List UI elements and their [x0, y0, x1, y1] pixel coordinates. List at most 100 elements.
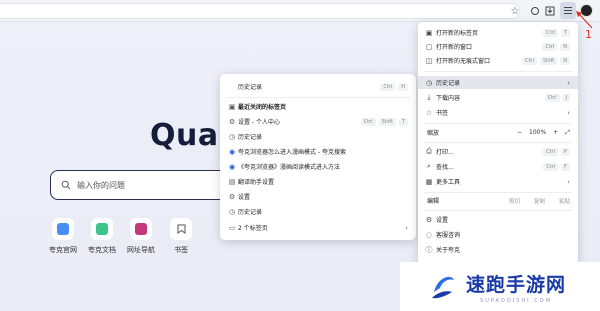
- menu-item-edit: 编辑 剪切 复制 粘贴: [418, 194, 578, 207]
- annotation-number-1: 1: [585, 28, 592, 41]
- menu-item-label: 书签: [436, 110, 449, 117]
- history-item[interactable]: ◉ 《夸克浏览器》漫画阅读模式进入方法: [220, 159, 416, 174]
- site-watermark: 速跑手游网 SUPAOQISHI.COM: [400, 262, 600, 311]
- address-bar[interactable]: [0, 3, 520, 19]
- chevron-right-icon: ›: [567, 78, 570, 87]
- divider: [424, 192, 572, 193]
- history-item-label: 最近关闭的标签页: [238, 104, 287, 111]
- avatar[interactable]: [580, 4, 593, 17]
- shortcut-key: Ctrl: [521, 56, 537, 65]
- history-item-label: 设置 - 个人中心: [238, 119, 280, 126]
- shortcut-key: H: [398, 82, 408, 91]
- history-item[interactable]: ⚙ 设置 - 个人中心 Ctrl Shift T: [220, 114, 416, 129]
- copy-button[interactable]: 复制: [534, 197, 545, 205]
- chevron-right-icon: ›: [567, 177, 570, 186]
- shortcut-key: Ctrl: [542, 42, 558, 51]
- shortcut-key: Ctrl: [544, 93, 560, 102]
- bookmark-icon: [170, 218, 192, 240]
- support-icon: ◌: [425, 230, 433, 239]
- history-item[interactable]: ▭ 2 个标签页 ›: [220, 220, 416, 235]
- history-submenu: 历史记录 Ctrl H ▣ 最近关闭的标签页 ⚙ 设置 - 个人中心 Ctrl Sh…: [220, 74, 416, 240]
- menu-icon[interactable]: [560, 2, 576, 19]
- bookmark-icon: ☆: [425, 108, 433, 117]
- clock-icon: ◷: [425, 78, 433, 87]
- history-item[interactable]: ◉ 夸克浏览器怎么进入漫画模式 - 夸克搜索: [220, 144, 416, 159]
- shortcut-key: Ctrl: [543, 28, 558, 37]
- divider: [424, 142, 572, 143]
- watermark-subtitle: SUPAOQISHI.COM: [480, 297, 552, 304]
- history-title-row[interactable]: 历史记录 Ctrl H: [220, 79, 416, 94]
- menu-item-more-tools[interactable]: ▦ 更多工具 ›: [418, 175, 578, 188]
- quark-icon: ◉: [228, 147, 236, 156]
- extension-icon[interactable]: [528, 4, 542, 18]
- history-item[interactable]: ▤ 翻译助手设置: [220, 174, 416, 189]
- shortcut-key: J: [562, 93, 570, 102]
- menu-item-incognito[interactable]: ◫ 打开新的无痕式窗口 Ctrl Shift N: [418, 54, 578, 67]
- tools-icon: ▦: [425, 177, 433, 186]
- cut-button[interactable]: 剪切: [509, 197, 520, 205]
- fullscreen-icon[interactable]: ⤢: [565, 129, 570, 137]
- menu-item-label: 更多工具: [436, 179, 461, 186]
- menu-item-history[interactable]: ◷ 历史记录 ›: [418, 76, 578, 89]
- shortcut-key: P: [560, 147, 570, 156]
- menu-item-about[interactable]: ⓘ 关于夸克: [418, 243, 578, 256]
- zoom-out-button[interactable]: −: [517, 129, 522, 136]
- browser-toolbar: ☆: [0, 0, 600, 22]
- paste-button[interactable]: 粘贴: [559, 197, 570, 205]
- quark-icon: ◉: [228, 162, 236, 171]
- history-item[interactable]: ▣ 最近关闭的标签页: [220, 99, 416, 114]
- history-item-label: 《夸克浏览器》漫画阅读模式进入方法: [238, 164, 341, 171]
- history-item[interactable]: ⚙ 设置: [220, 189, 416, 204]
- search-box[interactable]: [50, 170, 230, 200]
- shortcut-key: Ctrl: [380, 82, 396, 91]
- menu-item-label: 设置: [436, 217, 449, 224]
- menu-item-find[interactable]: ⌕ 查找... Ctrl F: [418, 160, 578, 173]
- url-nav-icon: [130, 218, 152, 240]
- shortcut-key: N: [560, 56, 570, 65]
- shortcut-label: 夸克文档: [88, 246, 116, 254]
- search-input[interactable]: [77, 180, 217, 190]
- menu-item-label: 缩放: [427, 130, 440, 137]
- star-icon[interactable]: ☆: [508, 4, 522, 18]
- chevron-right-icon: ›: [405, 223, 408, 232]
- menu-item-settings[interactable]: ⚙ 设置: [418, 213, 578, 226]
- menu-item-new-tab[interactable]: ▣ 打开新的标签页 Ctrl T: [418, 26, 578, 39]
- divider: [424, 123, 572, 124]
- menu-item-zoom: 缩放 − 100% + ⤢: [418, 126, 578, 139]
- shortcut-key: N: [560, 42, 570, 51]
- shortcut-key: T: [398, 117, 408, 126]
- clock-icon: ◷: [228, 132, 236, 141]
- history-item[interactable]: ◷ 历史记录: [220, 129, 416, 144]
- divider: [226, 97, 410, 98]
- download-icon[interactable]: [543, 4, 557, 18]
- shortcut-url-nav[interactable]: 网址导航: [121, 218, 161, 255]
- shortcut-bookmarks[interactable]: 书签: [161, 218, 201, 255]
- history-item-label: 2 个标签页: [238, 225, 268, 232]
- shortcut-quark-site[interactable]: 夸克官网: [43, 218, 83, 255]
- quark-docs-icon: [91, 218, 113, 240]
- gear-icon: ⚙: [228, 192, 236, 201]
- zoom-in-button[interactable]: +: [553, 129, 558, 136]
- shortcut-label: 网址导航: [127, 246, 155, 254]
- shortcut-key: F: [561, 162, 570, 171]
- search-icon: ⌕: [427, 162, 431, 170]
- shortcut-quark-docs[interactable]: 夸克文档: [82, 218, 122, 255]
- chevron-right-icon: ›: [567, 108, 570, 117]
- clock-icon: ◷: [228, 207, 236, 216]
- incognito-icon: ◫: [425, 56, 433, 65]
- divider: [424, 71, 572, 72]
- history-item[interactable]: ◷ 历史记录: [220, 204, 416, 219]
- gear-icon: ⚙: [228, 117, 236, 126]
- menu-item-label: 查找...: [436, 164, 454, 171]
- translate-icon: ▤: [228, 177, 236, 186]
- menu-item-support[interactable]: ◌ 客服咨询: [418, 228, 578, 241]
- menu-item-print[interactable]: ⎙ 打印... Ctrl P: [418, 145, 578, 158]
- menu-item-label: 编辑: [427, 198, 440, 205]
- menu-item-new-window[interactable]: ▢ 打开新的窗口 Ctrl N: [418, 40, 578, 53]
- menu-item-downloads[interactable]: ⤓ 下载内容 Ctrl J: [418, 91, 578, 104]
- zoom-value: 100%: [529, 129, 547, 136]
- menu-item-bookmarks[interactable]: ☆ 书签 ›: [418, 106, 578, 119]
- gear-icon: ⚙: [425, 215, 433, 224]
- menu-item-label: 打开新的无痕式窗口: [436, 58, 491, 65]
- shortcut-key: Shift: [378, 117, 396, 126]
